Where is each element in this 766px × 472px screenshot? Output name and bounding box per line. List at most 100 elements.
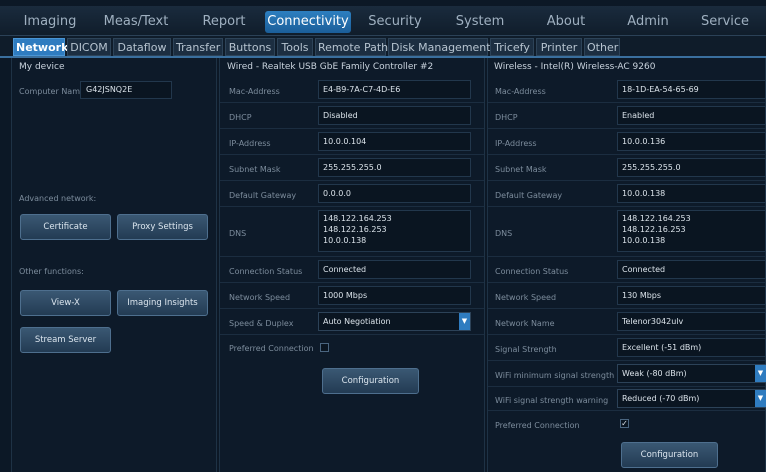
wireless-gateway-label: Default Gateway — [495, 191, 563, 200]
divider — [220, 128, 484, 129]
wired-status-label: Connection Status — [229, 267, 303, 276]
chevron-down-icon[interactable]: ▼ — [755, 390, 766, 407]
wireless-dhcp-label: DHCP — [495, 113, 518, 122]
my-device-panel — [11, 58, 217, 472]
stream-server-button[interactable]: Stream Server — [20, 327, 111, 353]
wired-gateway-label: Default Gateway — [229, 191, 297, 200]
wireless-ip-value: 10.0.0.136 — [622, 137, 666, 146]
wired-preferred-checkbox[interactable] — [320, 343, 329, 352]
wired-subnet-value: 255.255.255.0 — [323, 163, 382, 172]
divider — [488, 128, 765, 129]
divider — [488, 154, 765, 155]
wireless-speed-value: 130 Mbps — [622, 291, 662, 300]
other-functions-label: Other functions: — [19, 267, 84, 276]
wireless-status-label: Connection Status — [495, 267, 569, 276]
subtab-remote-path[interactable]: Remote Path — [315, 38, 388, 56]
wireless-dhcp-value: Enabled — [622, 111, 655, 120]
wireless-ip-label: IP-Address — [495, 139, 537, 148]
imaging-insights-button[interactable]: Imaging Insights — [117, 290, 208, 316]
wireless-preferred-checkbox[interactable]: ✓ — [620, 419, 629, 428]
tab-security[interactable]: Security — [362, 11, 428, 33]
chevron-down-icon[interactable]: ▼ — [459, 313, 470, 330]
subtab-buttons[interactable]: Buttons — [225, 38, 275, 56]
subtab-dataflow[interactable]: Dataflow — [113, 38, 171, 56]
wired-mac-value: E4-B9-7A-C7-4D-E6 — [323, 85, 401, 94]
wifi-warning-value: Reduced (-70 dBm) — [622, 394, 700, 403]
wireless-configuration-button[interactable]: Configuration — [621, 442, 718, 468]
wired-configuration-button[interactable]: Configuration — [322, 368, 419, 394]
wireless-name-value: Telenor3042ulv — [622, 317, 684, 326]
subtab-tricefy[interactable]: Tricefy — [490, 38, 534, 56]
divider — [488, 334, 765, 335]
divider — [220, 206, 484, 207]
wireless-dns-value-2: 148.122.16.253 — [622, 225, 686, 234]
advanced-network-label: Advanced network: — [19, 194, 97, 203]
wired-dns-value-2: 148.122.16.253 — [323, 225, 387, 234]
divider — [220, 154, 484, 155]
wireless-subnet-value: 255.255.255.0 — [622, 163, 681, 172]
subtab-network[interactable]: Network — [13, 38, 68, 56]
divider — [220, 308, 484, 309]
divider — [488, 256, 765, 257]
subtab-transfer[interactable]: Transfer — [173, 38, 223, 56]
certificate-button[interactable]: Certificate — [20, 214, 111, 240]
wired-speed-label: Network Speed — [229, 293, 291, 302]
divider — [220, 102, 484, 103]
divider — [488, 102, 765, 103]
subtab-dicom[interactable]: DICOM — [67, 38, 111, 56]
wireless-mac-value: 18-1D-EA-54-65-69 — [622, 85, 699, 94]
wifi-min-signal-label: WiFi minimum signal strength — [495, 371, 615, 380]
divider — [220, 256, 484, 257]
wired-dhcp-label: DHCP — [229, 113, 252, 122]
wireless-subnet-label: Subnet Mask — [495, 165, 547, 174]
divider — [220, 334, 484, 335]
subtab-printer[interactable]: Printer — [536, 38, 582, 56]
divider — [488, 282, 765, 283]
subtab-disk-management[interactable]: Disk Management — [388, 38, 491, 56]
chevron-down-icon[interactable]: ▼ — [755, 365, 766, 382]
tab-imaging[interactable]: Imaging — [14, 11, 86, 33]
wired-title: Wired - Realtek USB GbE Family Controlle… — [227, 62, 434, 72]
tab-system[interactable]: System — [450, 11, 510, 33]
wireless-title: Wireless - Intel(R) Wireless-AC 9260 — [494, 62, 656, 72]
app-window: Imaging Meas/Text Report Connectivity Se… — [0, 0, 766, 472]
tab-about[interactable]: About — [537, 11, 595, 33]
tab-report[interactable]: Report — [196, 11, 252, 33]
tab-meas-text[interactable]: Meas/Text — [98, 11, 174, 33]
wired-mac-label: Mac-Address — [229, 87, 280, 96]
divider — [220, 282, 484, 283]
wireless-dns-value-1: 148.122.164.253 — [622, 214, 691, 223]
proxy-settings-button[interactable]: Proxy Settings — [117, 214, 208, 240]
wifi-min-signal-value: Weak (-80 dBm) — [622, 369, 687, 378]
wireless-signal-label: Signal Strength — [495, 345, 557, 354]
wired-preferred-label: Preferred Connection — [229, 344, 314, 353]
divider — [488, 410, 765, 411]
tab-admin[interactable]: Admin — [620, 11, 676, 33]
divider — [488, 308, 765, 309]
wired-duplex-value: Auto Negotiation — [323, 317, 391, 326]
wired-status-value: Connected — [323, 265, 367, 274]
wired-dns-value-1: 148.122.164.253 — [323, 214, 392, 223]
wired-speed-value: 1000 Mbps — [323, 291, 368, 300]
tab-connectivity[interactable]: Connectivity — [265, 11, 351, 33]
wireless-preferred-label: Preferred Connection — [495, 421, 580, 430]
subtab-other[interactable]: Other — [584, 38, 620, 56]
wifi-warning-label: WiFi signal strength warning — [495, 396, 609, 405]
divider — [220, 180, 484, 181]
wired-dhcp-value: Disabled — [323, 111, 358, 120]
wireless-gateway-value: 10.0.0.138 — [622, 189, 666, 198]
wired-gateway-value: 0.0.0.0 — [323, 189, 351, 198]
wired-duplex-label: Speed & Duplex — [229, 319, 294, 328]
wireless-status-value: Connected — [622, 265, 666, 274]
tab-service[interactable]: Service — [694, 11, 756, 33]
divider — [488, 206, 765, 207]
wireless-mac-label: Mac-Address — [495, 87, 546, 96]
wired-ip-value: 10.0.0.104 — [323, 137, 367, 146]
computer-name-label: Computer Name — [19, 87, 85, 96]
my-device-title: My device — [19, 62, 65, 72]
subtab-tools[interactable]: Tools — [277, 38, 313, 56]
view-x-button[interactable]: View-X — [20, 290, 111, 316]
divider — [488, 180, 765, 181]
wired-dns-label: DNS — [229, 229, 247, 238]
wireless-name-label: Network Name — [495, 319, 555, 328]
